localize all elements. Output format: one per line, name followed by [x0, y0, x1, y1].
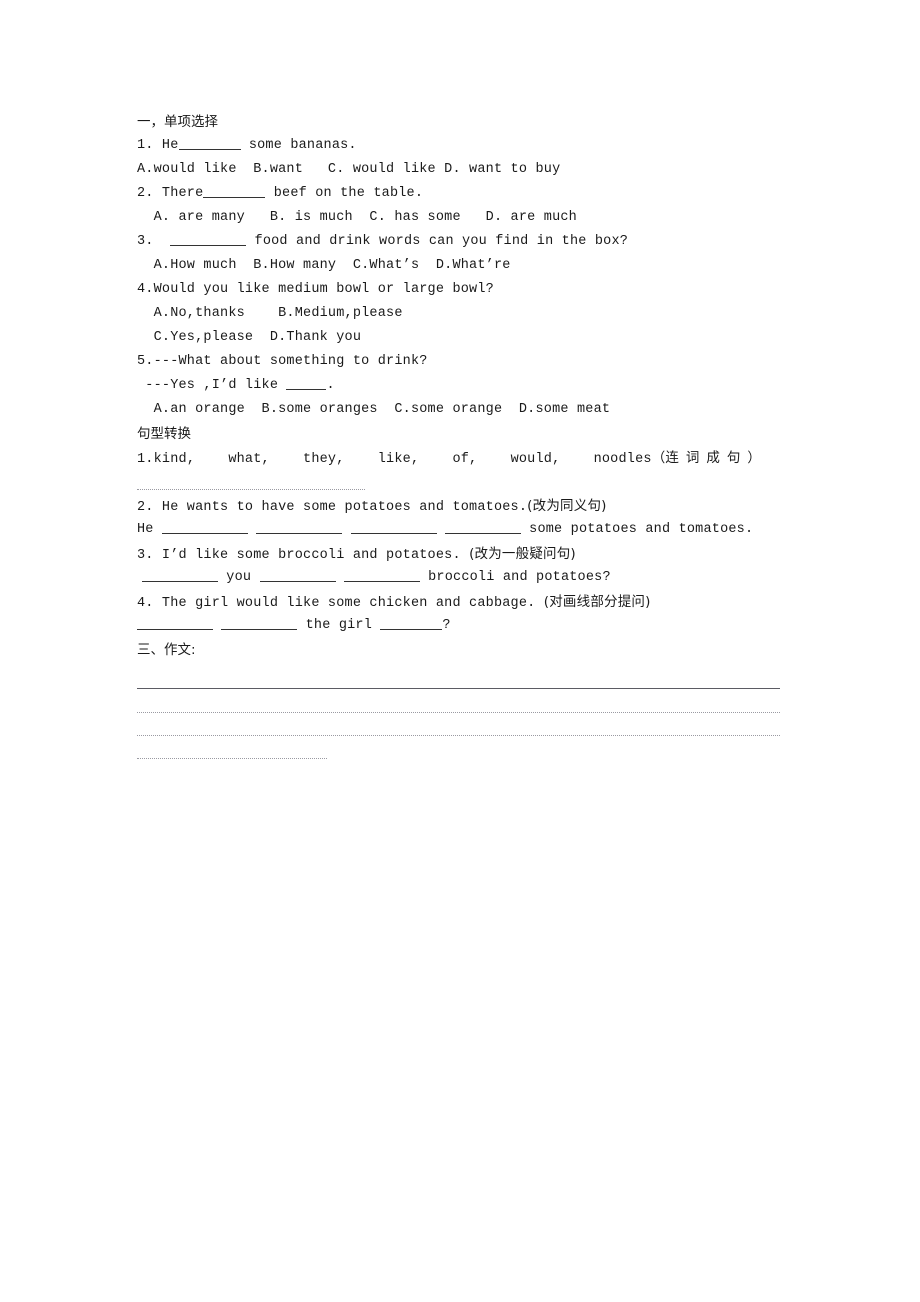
question-1-blank[interactable]: [178, 138, 241, 150]
question-5-blank[interactable]: [286, 378, 327, 390]
transform-4-answer-mid: the girl: [297, 618, 381, 633]
question-1-options: A.would like B.want C. would like D. wan…: [137, 162, 561, 177]
question-5-stem: 5.---What about something to drink?: [137, 354, 428, 369]
question-1-stem-after: some bananas.: [240, 138, 357, 153]
question-2-blank[interactable]: [203, 186, 266, 198]
transform-1-answer-rule[interactable]: [137, 489, 365, 490]
transform-4-answer-suffix: ?: [442, 618, 451, 633]
worksheet-page: 一，单项选择 1. He some bananas. A.would like …: [0, 0, 920, 1302]
question-2-stem: 2. There beef on the table.: [137, 182, 837, 206]
transform-4-blank-2[interactable]: [221, 618, 298, 630]
transform-4-instruction: (对画线部分提问): [543, 594, 651, 610]
transform-4-stem: 4. The girl would like some chicken and …: [137, 590, 837, 614]
question-5-response-after: .: [326, 378, 335, 393]
transform-2-blank-1[interactable]: [161, 522, 248, 534]
transform-2-blank-3[interactable]: [350, 522, 437, 534]
question-1-stem-text: 1. He: [137, 138, 179, 153]
transform-1-words: 1.kind, what, they, like, of, would, noo…: [137, 446, 837, 470]
transform-3-instruction: (改为一般疑问句): [469, 546, 576, 562]
worksheet-content: 一，单项选择 1. He some bananas. A.would like …: [137, 110, 837, 662]
transform-2-answer-prefix: He: [137, 522, 162, 537]
transform-4-blank-3[interactable]: [380, 618, 443, 630]
transform-3-stem-text: 3. I’d like some broccoli and potatoes.: [137, 548, 470, 563]
transform-2-answer: He some potatoes and tomatoes.: [137, 518, 837, 542]
question-3-blank[interactable]: [170, 234, 247, 246]
transform-4-answer: the girl ?: [137, 614, 837, 638]
section-two-heading: 句型转换: [137, 426, 191, 442]
question-2-stem-text: 2. There: [137, 186, 204, 201]
question-4-options-ab: A.No,thanks B.Medium,please: [137, 306, 403, 321]
transform-3-answer: you broccoli and potatoes?: [137, 566, 837, 590]
transform-1-answer-space[interactable]: [137, 470, 837, 494]
transform-1-paren-close: ）: [747, 450, 762, 466]
question-5-response: ---Yes ,I’d like .: [137, 374, 837, 398]
transform-2-instruction: (改为同义句): [527, 498, 607, 514]
transform-3-blank-2[interactable]: [259, 570, 336, 582]
transform-2-stem-text: 2. He wants to have some potatoes and to…: [137, 500, 528, 515]
transform-3-answer-suffix: broccoli and potatoes?: [419, 570, 611, 585]
question-3-options: A.How much B.How many C.What’s D.What’re: [137, 258, 511, 273]
question-3-stem-after: food and drink words can you find in the…: [246, 234, 629, 249]
section-one-heading: 一，单项选择: [137, 114, 218, 130]
question-2-stem-after: beef on the table.: [265, 186, 424, 201]
transform-1-instruction: 连词成句: [665, 450, 748, 466]
composition-line-3[interactable]: [137, 735, 780, 736]
composition-line-2[interactable]: [137, 712, 780, 713]
transform-1-number: 1.: [137, 452, 154, 467]
section-three-heading: 三、作文:: [137, 642, 196, 658]
question-4-stem: 4.Would you like medium bowl or large bo…: [137, 282, 494, 297]
transform-2-stem: 2. He wants to have some potatoes and to…: [137, 494, 837, 518]
question-3-stem-text: 3.: [137, 234, 171, 249]
transform-2-blank-4[interactable]: [444, 522, 521, 534]
question-5-options: A.an orange B.some oranges C.some orange…: [137, 402, 611, 417]
question-2-options: A. are many B. is much C. has some D. ar…: [137, 210, 577, 225]
question-4-options-cd: C.Yes,please D.Thank you: [137, 330, 362, 345]
question-1-stem: 1. He some bananas.: [137, 134, 837, 158]
transform-3-stem: 3. I’d like some broccoli and potatoes. …: [137, 542, 837, 566]
transform-4-stem-text: 4. The girl would like some chicken and …: [137, 596, 544, 611]
composition-line-1[interactable]: [137, 688, 780, 689]
question-3-stem: 3. food and drink words can you find in …: [137, 230, 837, 254]
transform-3-blank-3[interactable]: [343, 570, 420, 582]
transform-1-wordlist: kind, what, they, like, of, would, noodl…: [153, 452, 652, 467]
question-5-response-text: ---Yes ,I’d like: [137, 378, 287, 393]
transform-2-answer-suffix: some potatoes and tomatoes.: [520, 522, 754, 537]
transform-3-answer-mid: you: [218, 570, 260, 585]
composition-line-4[interactable]: [137, 758, 327, 759]
transform-3-blank-1[interactable]: [142, 570, 218, 582]
transform-4-blank-1[interactable]: [137, 618, 213, 630]
transform-2-blank-2[interactable]: [256, 522, 343, 534]
transform-1-paren-open: （: [651, 450, 666, 466]
